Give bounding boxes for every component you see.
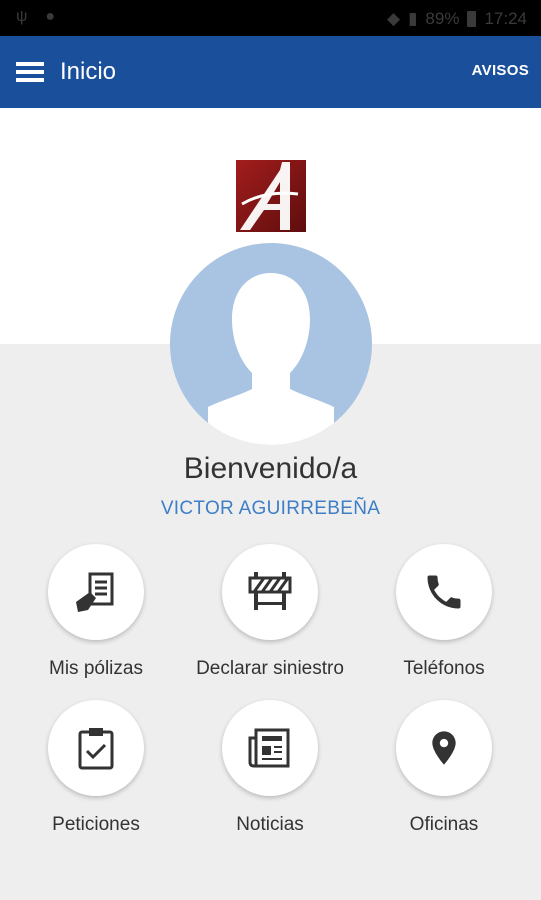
tile-label: Teléfonos [403,658,485,679]
tile-label: Peticiones [52,814,140,835]
welcome-text: Bienvenido/a [183,452,358,485]
clipboard-check-icon [78,728,114,770]
tile-label: Declarar siniestro [196,658,344,679]
tile-declarar-siniestro[interactable]: Declarar siniestro [180,544,360,680]
tile-circle[interactable] [222,544,318,640]
app-bar: Inicio AVISOS [0,36,541,108]
status-bar: ψ ● ◆ ▮ 89% 17:24 [0,0,541,36]
battery-percent: 89% [425,9,460,28]
tile-label: Oficinas [409,814,479,835]
battery-icon [467,11,477,27]
policy-document-icon [76,572,114,612]
tile-peticiones[interactable]: Peticiones [6,700,186,836]
wifi-icon: ◆ [386,9,401,28]
tile-circle[interactable] [48,544,144,640]
hamburger-icon [16,62,44,82]
tile-oficinas[interactable]: Oficinas [354,700,534,836]
user-silhouette-icon [208,273,334,445]
tile-circle[interactable] [396,544,492,640]
tile-circle[interactable] [48,700,144,796]
tile-mis-polizas[interactable]: Mis pólizas [6,544,186,680]
tile-label: Mis pólizas [49,658,143,679]
page-title: Inicio [60,58,117,85]
avatar[interactable] [170,243,372,445]
user-name: VICTOR AGUIRREBEÑA [160,498,381,519]
tile-circle[interactable] [222,700,318,796]
tile-label: Noticias [236,814,304,835]
usb-icon: ψ [16,8,28,25]
clock: 17:24 [484,9,527,28]
location-pin-icon [432,731,456,765]
avisos-button[interactable]: AVISOS [472,62,529,79]
android-icon: ● [45,8,56,25]
tile-circle[interactable] [396,700,492,796]
menu-button[interactable] [0,36,60,108]
company-logo [236,160,306,232]
newspaper-icon [248,728,290,768]
signal-icon: ▮ [408,9,418,28]
barrier-icon [248,572,292,610]
tile-noticias[interactable]: Noticias [180,700,360,836]
tile-telefonos[interactable]: Teléfonos [354,544,534,680]
phone-icon [427,575,461,609]
